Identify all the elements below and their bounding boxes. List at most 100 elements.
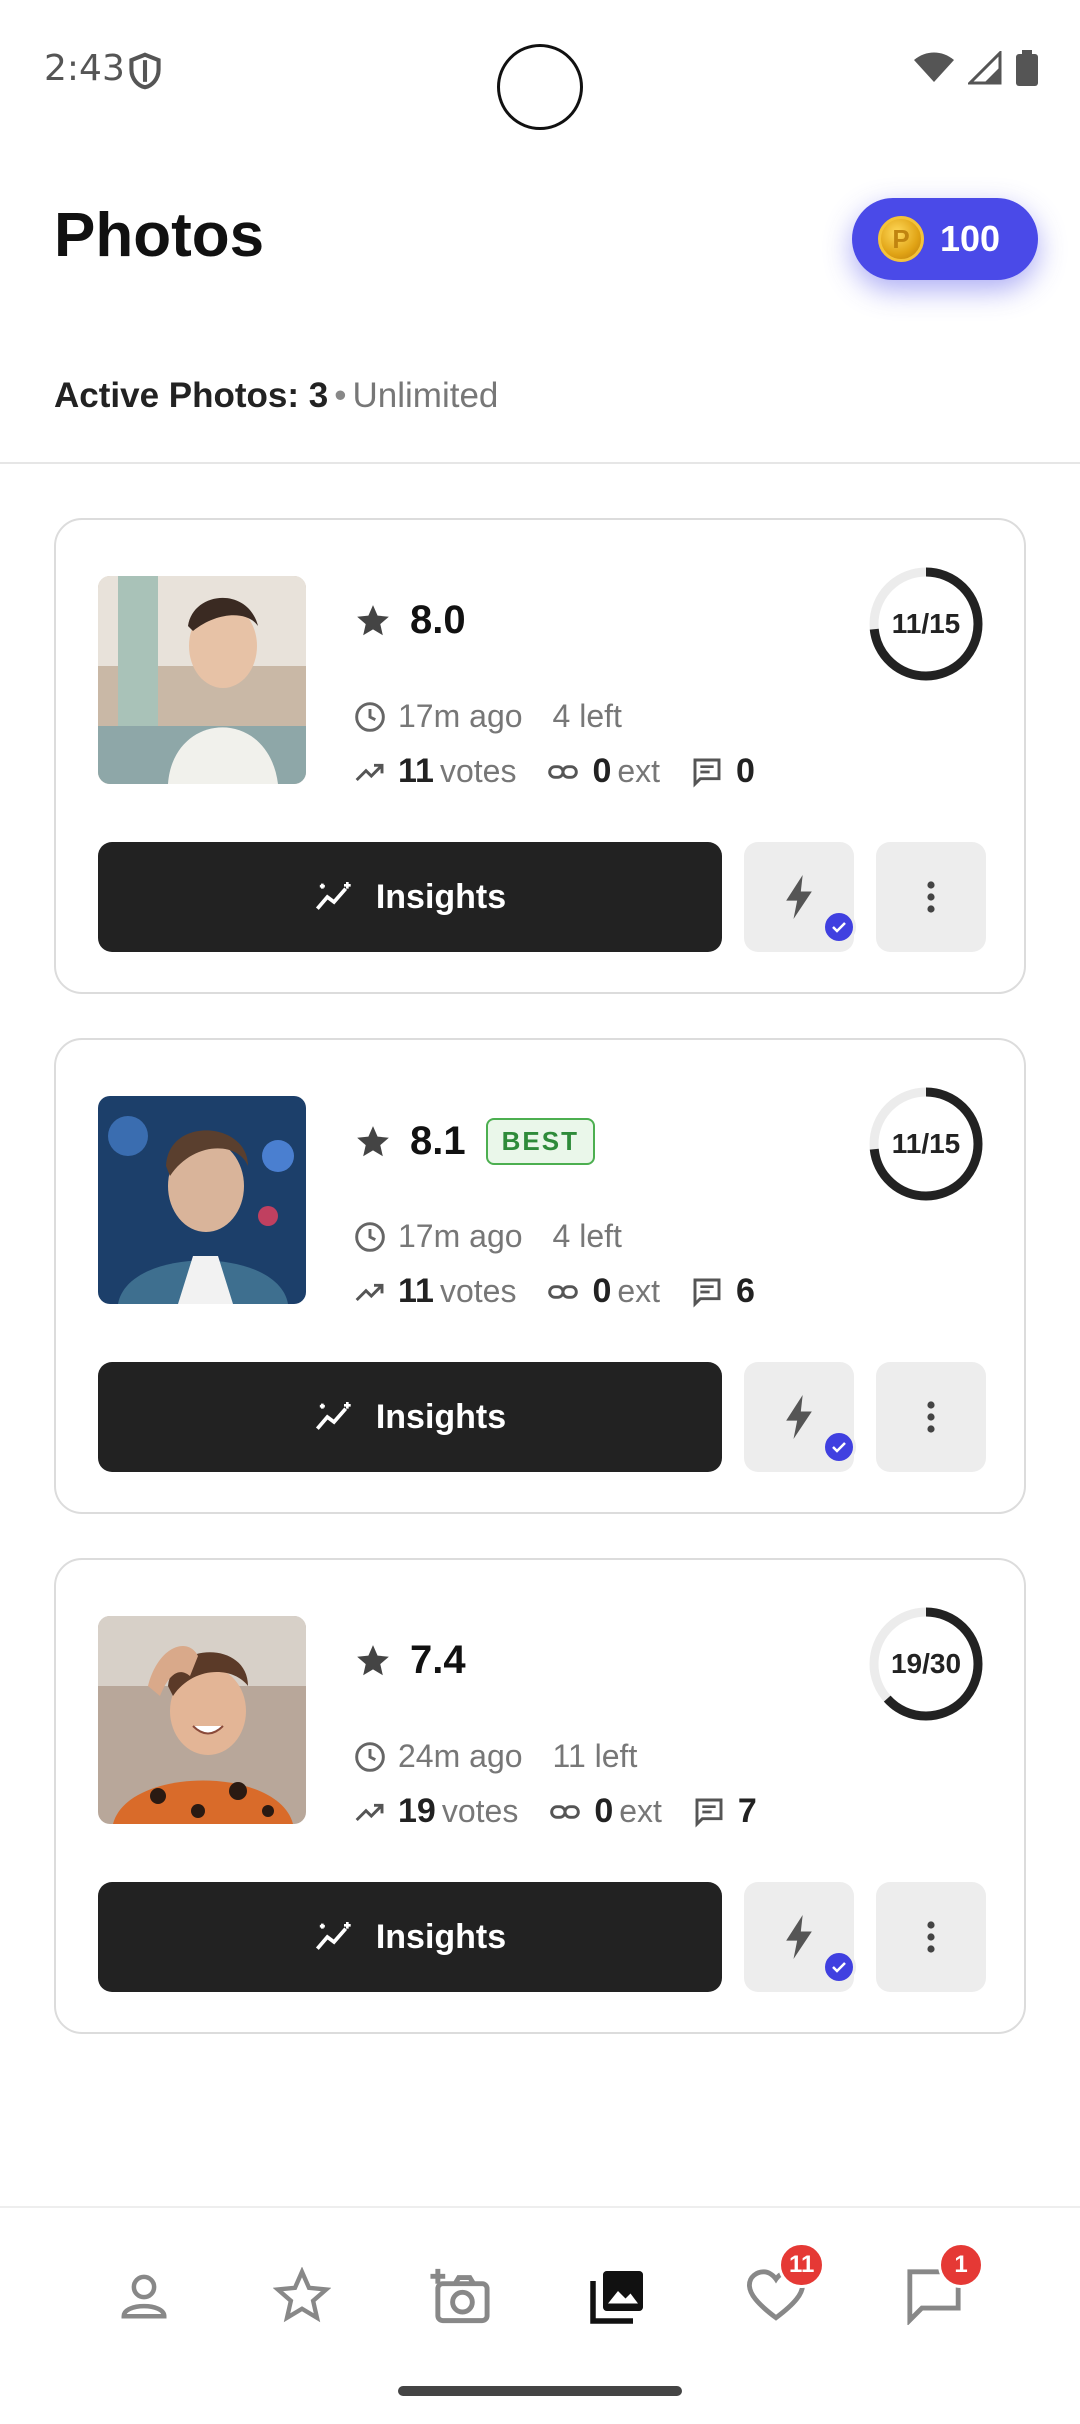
bolt-icon xyxy=(786,875,812,919)
time-ago: 17m ago xyxy=(398,1218,523,1254)
page-title: Photos xyxy=(54,201,265,270)
rating-row: 7.4 xyxy=(354,1638,466,1683)
plan-label: Unlimited xyxy=(352,376,499,415)
clock-icon xyxy=(355,1741,385,1772)
link-icon xyxy=(550,1804,581,1819)
trending-icon xyxy=(355,1803,384,1821)
check-badge-icon xyxy=(822,910,856,944)
rating-row: 8.0 xyxy=(354,598,466,643)
nav-photos[interactable] xyxy=(578,2256,658,2336)
votes-left: 4 left xyxy=(552,1218,622,1254)
more-options-button[interactable] xyxy=(876,1882,986,1992)
comments-count: 7 xyxy=(737,1792,757,1830)
active-photos-count: Active Photos: 3 xyxy=(54,376,329,415)
time-row: 17m ago 4 left xyxy=(354,1218,622,1255)
ext-label: ext xyxy=(617,1273,661,1309)
comment-icon xyxy=(693,758,721,788)
coin-balance-button[interactable]: P 100 xyxy=(852,198,1038,280)
check-badge-icon xyxy=(822,1950,856,1984)
star-icon xyxy=(273,2267,331,2323)
more-vertical-icon xyxy=(927,1401,935,1433)
votes-label: votes xyxy=(439,1273,517,1309)
votes-count: 11 xyxy=(398,1272,434,1310)
nav-likes[interactable]: 11 xyxy=(736,2242,826,2336)
insights-button[interactable]: Insights xyxy=(98,842,722,952)
stats-row: 11 votes 0 ext 6 xyxy=(354,1272,761,1311)
more-options-button[interactable] xyxy=(876,842,986,952)
more-vertical-icon xyxy=(927,881,935,913)
boost-button[interactable] xyxy=(744,1362,856,1472)
photo-thumbnail[interactable] xyxy=(98,1616,306,1824)
votes-label: votes xyxy=(441,1793,519,1829)
nav-ratings[interactable] xyxy=(262,2256,342,2336)
home-indicator xyxy=(398,2386,682,2396)
coin-icon: P xyxy=(878,216,924,262)
status-icons xyxy=(914,50,1038,86)
star-icon xyxy=(357,604,389,635)
chat-badge: 1 xyxy=(938,2242,984,2288)
votes-left: 11 left xyxy=(552,1738,638,1774)
trending-icon xyxy=(355,1283,384,1301)
clock-icon xyxy=(355,701,385,732)
status-bar: 2:43 xyxy=(0,0,1080,140)
photos-icon xyxy=(590,2271,643,2324)
ext-count: 0 xyxy=(592,752,612,790)
votes-progress-ring: 11/15 xyxy=(866,564,986,684)
nav-add-photo[interactable] xyxy=(420,2256,500,2336)
rating-value: 8.1 xyxy=(410,1119,466,1163)
photo-thumbnail[interactable] xyxy=(98,1096,306,1304)
stats-row: 19 votes 0 ext 7 xyxy=(354,1792,763,1831)
link-icon xyxy=(548,1284,579,1299)
comments-count: 0 xyxy=(736,752,755,790)
divider xyxy=(0,462,1080,464)
check-badge-icon xyxy=(822,1430,856,1464)
nav-chat[interactable]: 1 xyxy=(894,2242,984,2336)
insights-button[interactable]: Insights xyxy=(98,1362,722,1472)
time-row: 24m ago 11 left xyxy=(354,1738,637,1775)
votes-progress-ring: 19/30 xyxy=(866,1604,986,1724)
time-row: 17m ago 4 left xyxy=(354,698,622,735)
clock-icon xyxy=(355,1221,385,1252)
votes-label: votes xyxy=(439,753,517,789)
votes-count: 11 xyxy=(398,752,434,790)
profile-icon xyxy=(121,2274,167,2319)
boost-button[interactable] xyxy=(744,1882,856,1992)
likes-badge: 11 xyxy=(778,2242,826,2288)
insights-label: Insights xyxy=(375,877,507,916)
progress-label: 11/15 xyxy=(891,608,961,639)
votes-left: 4 left xyxy=(552,698,622,734)
battery-icon xyxy=(1016,50,1038,86)
rating-row: 8.1 BEST xyxy=(354,1118,595,1165)
star-icon xyxy=(357,1125,389,1156)
photos-summary: Active Photos: 3 • Unlimited xyxy=(54,376,498,416)
photo-card: 8.1 BEST 17m ago 4 left 11 votes 0 ext 6 1… xyxy=(54,1038,1026,1514)
bolt-icon xyxy=(786,1395,812,1439)
time-ago: 24m ago xyxy=(398,1738,523,1774)
add-photo-icon xyxy=(430,2268,490,2324)
boost-button[interactable] xyxy=(744,842,856,952)
shield-icon xyxy=(129,52,161,90)
insights-icon xyxy=(315,1922,351,1950)
link-icon xyxy=(548,764,579,779)
status-time: 2:43 xyxy=(44,48,125,89)
more-options-button[interactable] xyxy=(876,1362,986,1472)
signal-icon xyxy=(968,51,1002,85)
insights-icon xyxy=(315,882,351,910)
comments-count: 6 xyxy=(736,1272,755,1310)
insights-label: Insights xyxy=(375,1397,507,1436)
progress-label: 11/15 xyxy=(891,1128,961,1159)
votes-progress-ring: 11/15 xyxy=(866,1084,986,1204)
coin-balance: 100 xyxy=(940,218,1001,259)
camera-cutout xyxy=(497,44,583,130)
wifi-icon xyxy=(914,52,954,82)
insights-button[interactable]: Insights xyxy=(98,1882,722,1992)
best-badge: BEST xyxy=(485,1118,595,1165)
trending-icon xyxy=(355,763,384,781)
photo-card: 7.4 24m ago 11 left 19 votes 0 ext 7 19/30… xyxy=(54,1558,1026,2034)
nav-profile[interactable] xyxy=(104,2256,184,2336)
progress-label: 19/30 xyxy=(890,1648,962,1679)
photo-thumbnail[interactable] xyxy=(98,576,306,784)
ext-label: ext xyxy=(619,1793,662,1829)
votes-count: 19 xyxy=(398,1792,436,1830)
more-vertical-icon xyxy=(927,1921,935,1953)
